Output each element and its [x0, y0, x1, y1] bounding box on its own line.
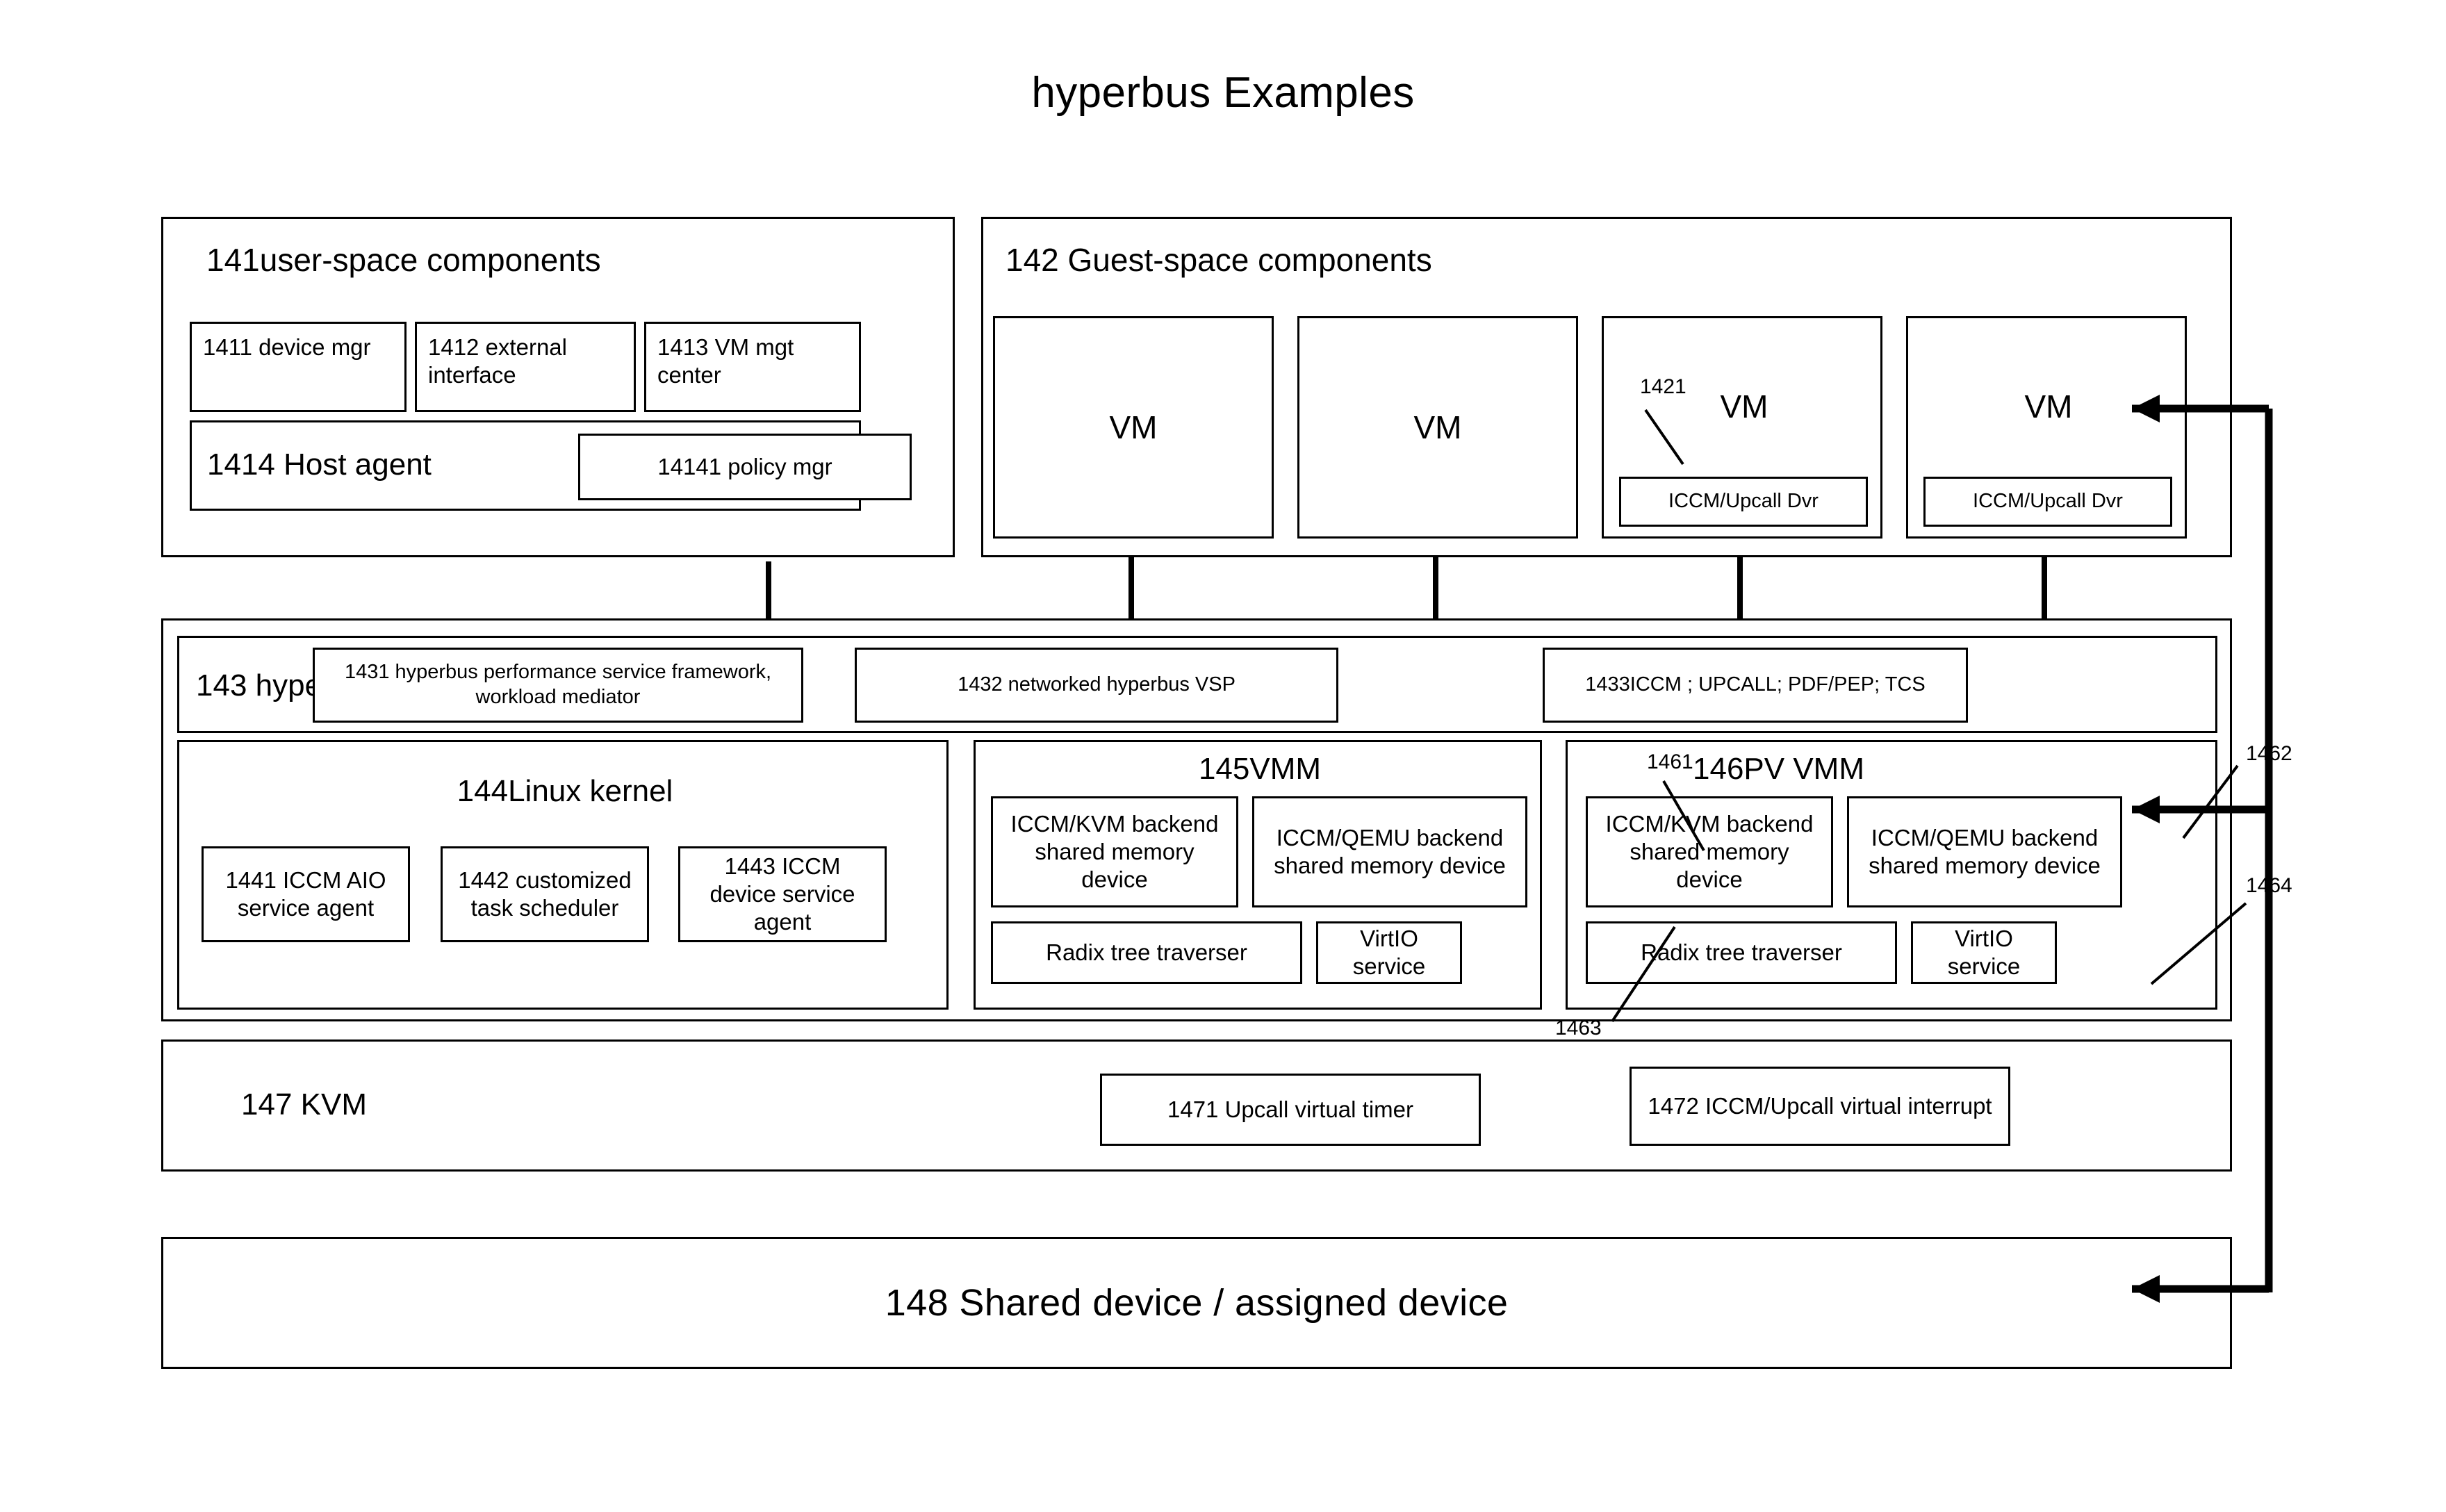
vmm-item-kvm[interactable]: ICCM/KVM backend shared memory device: [991, 796, 1238, 907]
callout-1461: 1461: [1647, 750, 1693, 773]
kvm-panel: 147 KVM 1471 Upcall virtual timer 1472 I…: [161, 1040, 2232, 1172]
pvvmm-item-virtio-label: VirtIO service: [1947, 925, 2021, 979]
hyperbus-service-1431-label: 1431 hyperbus performance service framew…: [344, 661, 772, 708]
callout-1461-leader: [1662, 780, 1705, 852]
host-agent-label: 1414 Host agent: [207, 447, 432, 482]
callout-1421: 1421: [1640, 375, 1686, 398]
kvm-item-1472-label: 1472 ICCM/Upcall virtual interrupt: [1648, 1092, 1992, 1119]
userspace-item-1412[interactable]: 1412 external interface: [415, 322, 636, 412]
vm-label-2: VM: [1413, 409, 1462, 445]
kvm-item-1471-label: 1471 Upcall virtual timer: [1167, 1096, 1413, 1122]
pvvmm-item-qemu-label: ICCM/QEMU backend shared memory device: [1869, 824, 2101, 878]
callout-1463: 1463: [1555, 1017, 1602, 1040]
userspace-item-1411-label: 1411 device mgr: [203, 334, 371, 360]
right-return-bus: [2132, 395, 2273, 1303]
vmm-item-radix-label: Radix tree traverser: [1046, 939, 1247, 965]
shared-device-label: 148 Shared device / assigned device: [885, 1282, 1509, 1324]
kernel-item-1443-label: 1443 ICCM device service agent: [709, 853, 855, 935]
userspace-item-1411[interactable]: 1411 device mgr: [190, 322, 407, 412]
callout-1463-leader: [1611, 926, 1676, 1023]
vmm-heading: 145VMM: [1198, 752, 1322, 786]
hyperbus-service-1431[interactable]: 1431 hyperbus performance service framew…: [313, 648, 803, 723]
userspace-item-1413-label: 1413 VM mgt center: [657, 334, 794, 388]
hyperbus-service-1433[interactable]: 1433ICCM ; UPCALL; PDF/PEP; TCS: [1543, 648, 1968, 723]
userspace-heading: 141user-space components: [206, 242, 601, 278]
kernel-item-1441-label: 1441 ICCM AIO service agent: [225, 866, 386, 921]
hyperbus-row: 143 hyperbus 1431 hyperbus performance s…: [177, 636, 2217, 733]
page-title: hyperbus Examples: [1031, 68, 1415, 117]
hyperbus-service-1432[interactable]: 1432 networked hyperbus VSP: [855, 648, 1338, 723]
vmm-item-qemu[interactable]: ICCM/QEMU backend shared memory device: [1252, 796, 1527, 907]
hyperbus-service-1432-label: 1432 networked hyperbus VSP: [958, 673, 1236, 696]
vmm-item-virtio-label: VirtIO service: [1352, 925, 1426, 979]
kernel-item-1442[interactable]: 1442 customized task scheduler: [441, 846, 649, 942]
linux-kernel-heading: 144Linux kernel: [457, 774, 673, 808]
shared-device-panel: 148 Shared device / assigned device: [161, 1237, 2232, 1369]
hyperbus-container: 143 hyperbus 1431 hyperbus performance s…: [161, 618, 2232, 1021]
linux-kernel-panel: 144Linux kernel 1441 ICCM AIO service ag…: [177, 740, 949, 1010]
pvvmm-item-qemu[interactable]: ICCM/QEMU backend shared memory device: [1847, 796, 2122, 907]
kernel-item-1441[interactable]: 1441 ICCM AIO service agent: [202, 846, 410, 942]
kernel-item-1442-label: 1442 customized task scheduler: [458, 866, 632, 921]
vmm-item-virtio[interactable]: VirtIO service: [1316, 921, 1462, 984]
pvvmm-item-virtio[interactable]: VirtIO service: [1911, 921, 2057, 984]
vmm-item-kvm-label: ICCM/KVM backend shared memory device: [1010, 810, 1219, 893]
userspace-item-1412-label: 1412 external interface: [428, 334, 567, 388]
hyperbus-service-1433-label: 1433ICCM ; UPCALL; PDF/PEP; TCS: [1585, 673, 1926, 696]
vmm-item-qemu-label: ICCM/QEMU backend shared memory device: [1274, 824, 1506, 878]
kvm-label: 147 KVM: [241, 1087, 367, 1121]
vmm-item-radix[interactable]: Radix tree traverser: [991, 921, 1302, 984]
kernel-item-1443[interactable]: 1443 ICCM device service agent: [678, 846, 887, 942]
kvm-item-1472[interactable]: 1472 ICCM/Upcall virtual interrupt: [1630, 1067, 2010, 1146]
vm-label-1: VM: [1109, 409, 1158, 445]
policy-mgr-label: 14141 policy mgr: [657, 453, 832, 479]
userspace-item-1413[interactable]: 1413 VM mgt center: [644, 322, 861, 412]
guestspace-heading: 142 Guest-space components: [1006, 242, 1432, 278]
kvm-item-1471[interactable]: 1471 Upcall virtual timer: [1100, 1074, 1481, 1146]
vmm-panel: 145VMM ICCM/KVM backend shared memory de…: [974, 740, 1542, 1010]
